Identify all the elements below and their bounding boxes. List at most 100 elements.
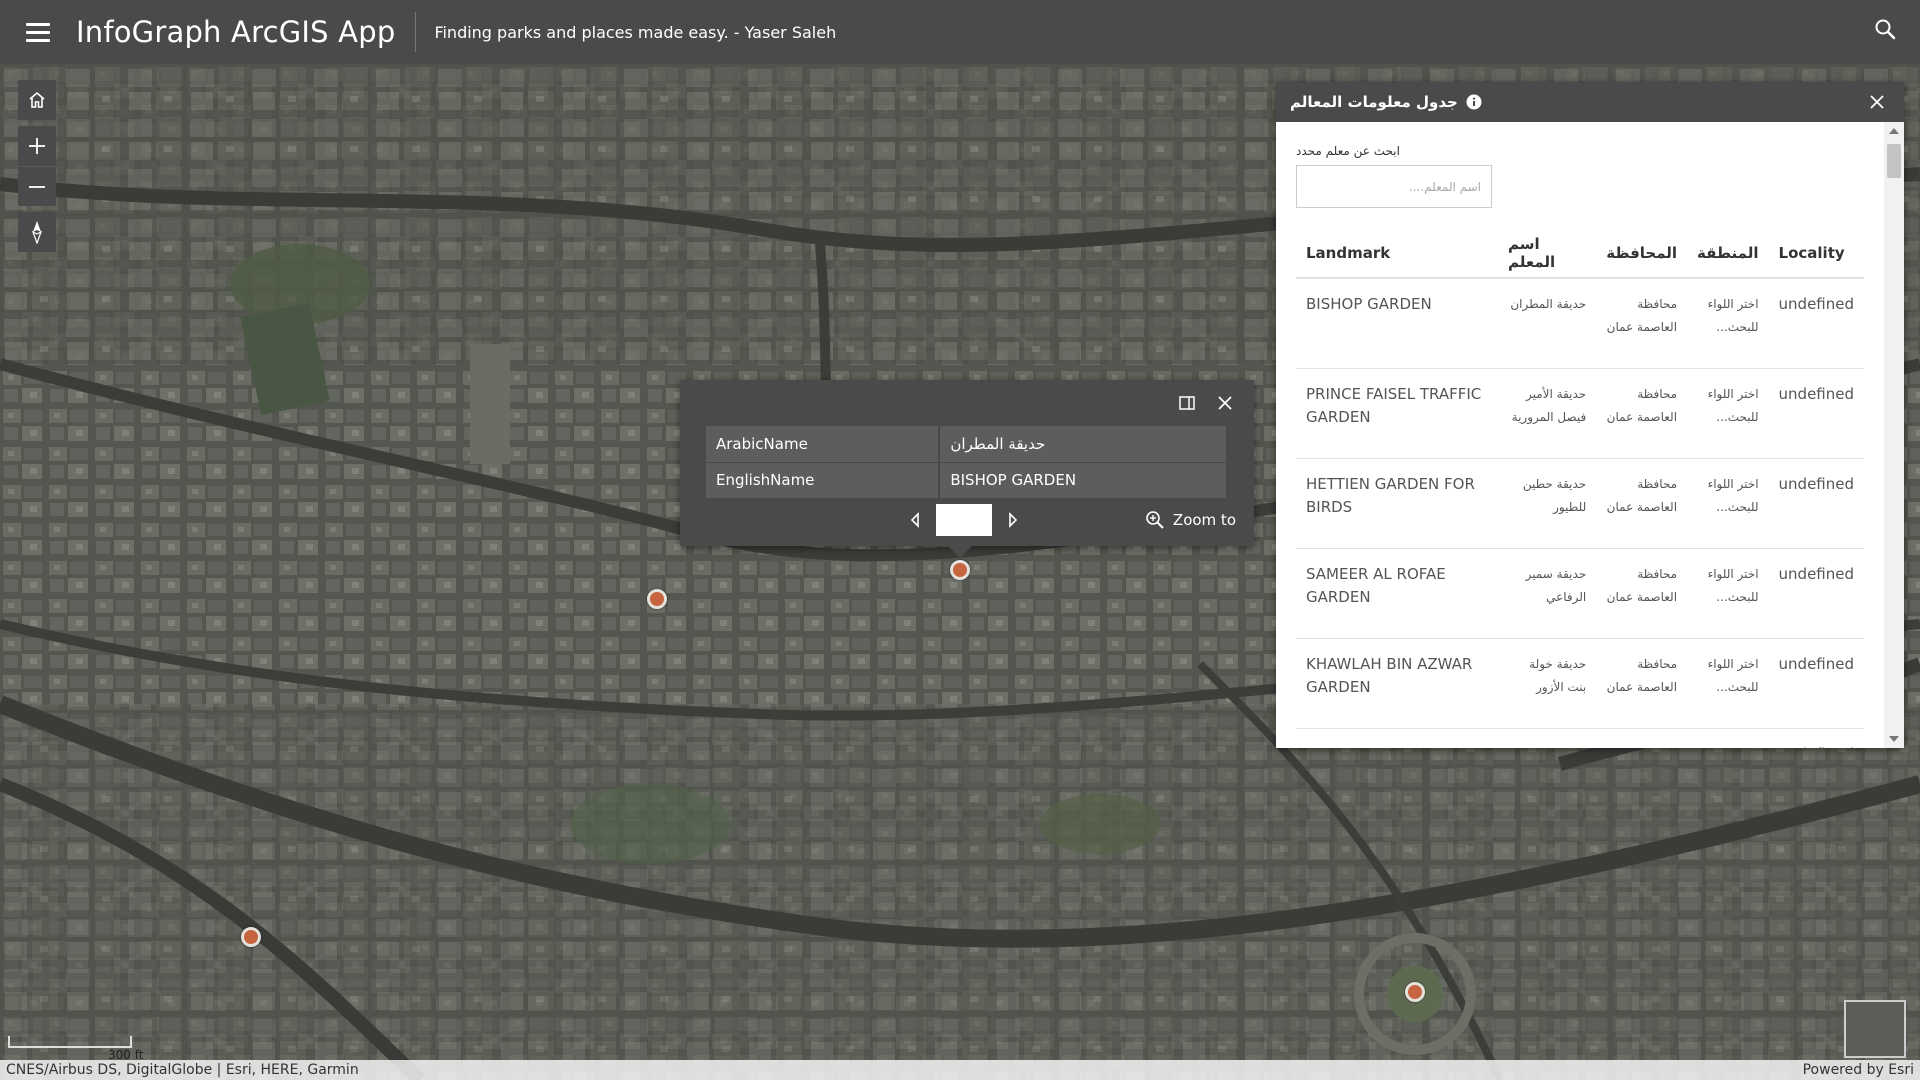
plus-icon <box>29 138 45 154</box>
cell-landmark: PRINCE FAISEL TRAFFIC GARDEN <box>1296 368 1498 459</box>
panel-scrollbar[interactable] <box>1884 122 1904 748</box>
cell-region: اختر <box>1687 728 1769 748</box>
table-row[interactable]: SAMEER AL ROFAE GARDEN حديقة سمير الرفاع… <box>1296 548 1864 639</box>
popup-pager <box>908 504 1020 536</box>
scale-bar <box>8 1036 132 1048</box>
header-divider <box>415 12 417 52</box>
map-marker[interactable] <box>647 589 667 609</box>
zoom-to-button[interactable]: Zoom to <box>1145 510 1236 530</box>
map-marker[interactable] <box>241 927 261 947</box>
compass-icon <box>31 221 43 244</box>
chevron-left-icon <box>910 512 919 528</box>
map-marker[interactable] <box>1405 982 1425 1002</box>
cell-arabic-name: حديقة سمير الرفاعي <box>1497 548 1597 639</box>
map-marker-selected[interactable] <box>950 560 970 580</box>
table-row[interactable]: KHAWLAH BIN AZWAR GARDEN حديقة خولة بنت … <box>1296 638 1864 729</box>
zoom-to-label: Zoom to <box>1172 511 1236 529</box>
app-title: InfoGraph ArcGIS App <box>76 15 396 49</box>
cell-locality: undefined <box>1768 728 1864 748</box>
compass-button[interactable] <box>18 212 56 252</box>
powered-by-esri[interactable]: Powered by Esri <box>1803 1062 1914 1078</box>
landmark-search-input[interactable] <box>1296 165 1492 208</box>
cell-region: اختر اللواء للبحث... <box>1687 638 1769 729</box>
landmarks-table: Landmark اسم المعلم المحافظة المنطقة Loc… <box>1296 228 1864 748</box>
popup-field-name: EnglishName <box>706 462 940 499</box>
cell-governorate: محافظة العاصمة عمان <box>1596 458 1688 549</box>
minus-icon <box>29 185 45 188</box>
basemap-thumbnail[interactable] <box>1844 1000 1906 1058</box>
cell-landmark: QUEEN NOOR GARDEN <box>1296 728 1498 748</box>
zoom-in-button[interactable] <box>18 126 56 166</box>
cell-region: اختر اللواء للبحث... <box>1687 548 1769 639</box>
close-popup-button[interactable] <box>1216 394 1236 414</box>
cell-landmark: BISHOP GARDEN <box>1296 278 1498 369</box>
previous-feature-button[interactable] <box>908 510 922 530</box>
cell-arabic-name: حديقة حطين للطيور <box>1497 458 1597 549</box>
popup-actions <box>1178 394 1236 414</box>
cell-landmark: HETTIEN GARDEN FOR BIRDS <box>1296 458 1498 549</box>
panel-header: جدول معلومات المعالم <box>1276 82 1904 122</box>
map-controls <box>18 80 56 258</box>
app-subtitle: Finding parks and places made easy. - Ya… <box>434 22 837 42</box>
table-header-row: Landmark اسم المعلم المحافظة المنطقة Loc… <box>1296 228 1864 279</box>
table-row[interactable]: PRINCE FAISEL TRAFFIC GARDEN حديقة الأمي… <box>1296 368 1864 459</box>
popup-field-value: BISHOP GARDEN <box>938 462 1226 499</box>
cell-arabic-name: حديقة خولة بنت الأزور <box>1497 638 1597 729</box>
scrollbar-thumb[interactable] <box>1887 144 1901 178</box>
feature-popup: ArabicName حديقة المطران EnglishName BIS… <box>680 380 1254 546</box>
header-search-button[interactable] <box>1874 18 1900 44</box>
app-header: InfoGraph ArcGIS App Finding parks and p… <box>0 0 1920 64</box>
column-header-region[interactable]: المنطقة <box>1687 228 1769 279</box>
panel-title: جدول معلومات المعالم <box>1290 93 1458 111</box>
menu-button[interactable] <box>0 0 76 64</box>
search-icon <box>1875 19 1896 40</box>
panel-title-wrap: جدول معلومات المعالم <box>1290 82 1482 122</box>
popup-pointer <box>948 546 972 558</box>
cell-landmark: SAMEER AL ROFAE GARDEN <box>1296 548 1498 639</box>
dock-icon <box>1179 396 1195 410</box>
cell-arabic-name: حديقة الملكة <box>1497 728 1597 748</box>
column-header-landmark[interactable]: Landmark <box>1296 228 1498 279</box>
cell-locality: undefined <box>1768 368 1864 459</box>
cell-arabic-name: حديقة المطران <box>1497 278 1597 369</box>
cell-locality: undefined <box>1768 278 1864 369</box>
cell-governorate: محافظة العاصمة عمان <box>1596 638 1688 729</box>
cell-locality: undefined <box>1768 548 1864 639</box>
popup-row: ArabicName حديقة المطران <box>706 426 1226 463</box>
cell-landmark: KHAWLAH BIN AZWAR GARDEN <box>1296 638 1498 729</box>
table-row[interactable]: HETTIEN GARDEN FOR BIRDS حديقة حطين للطي… <box>1296 458 1864 549</box>
dock-popup-button[interactable] <box>1178 394 1198 414</box>
chevron-right-icon <box>1009 512 1018 528</box>
scroll-down-arrow-icon[interactable] <box>1889 736 1899 742</box>
hamburger-icon <box>26 18 50 47</box>
close-panel-button[interactable] <box>1868 93 1886 111</box>
cell-region: اختر اللواء للبحث... <box>1687 278 1769 369</box>
close-icon <box>1870 95 1884 109</box>
landmarks-panel: جدول معلومات المعالم ابحث عن معلم محدد L… <box>1276 82 1904 748</box>
cell-region: اختر اللواء للبحث... <box>1687 368 1769 459</box>
scroll-up-arrow-icon[interactable] <box>1889 128 1899 134</box>
cell-governorate: محافظة العاصمة عمان <box>1596 278 1688 369</box>
table-row[interactable]: BISHOP GARDEN حديقة المطران محافظة العاص… <box>1296 278 1864 369</box>
cell-governorate: محافظة <box>1596 728 1688 748</box>
map-attribution: CNES/Airbus DS, DigitalGlobe | Esri, HER… <box>0 1060 1920 1080</box>
column-header-locality[interactable]: Locality <box>1768 228 1864 279</box>
search-label: ابحث عن معلم محدد <box>1296 144 1400 158</box>
cell-governorate: محافظة العاصمة عمان <box>1596 368 1688 459</box>
panel-body: ابحث عن معلم محدد Landmark اسم المعلم ال… <box>1276 122 1904 748</box>
cell-locality: undefined <box>1768 458 1864 549</box>
attribution-sources: CNES/Airbus DS, DigitalGlobe | Esri, HER… <box>6 1062 359 1078</box>
popup-row: EnglishName BISHOP GARDEN <box>706 462 1226 499</box>
zoom-in-magnifier-icon <box>1146 511 1164 529</box>
info-icon <box>1466 94 1482 110</box>
next-feature-button[interactable] <box>1006 510 1020 530</box>
column-header-governorate[interactable]: المحافظة <box>1596 228 1688 279</box>
zoom-out-button[interactable] <box>18 166 56 206</box>
feature-index-input[interactable] <box>936 504 992 536</box>
cell-locality: undefined <box>1768 638 1864 729</box>
table-row[interactable]: QUEEN NOOR GARDEN حديقة الملكة محافظة اخ… <box>1296 728 1864 748</box>
column-header-arabic-name[interactable]: اسم المعلم <box>1497 228 1597 279</box>
home-button[interactable] <box>18 80 56 120</box>
popup-field-name: ArabicName <box>706 426 940 463</box>
cell-region: اختر اللواء للبحث... <box>1687 458 1769 549</box>
